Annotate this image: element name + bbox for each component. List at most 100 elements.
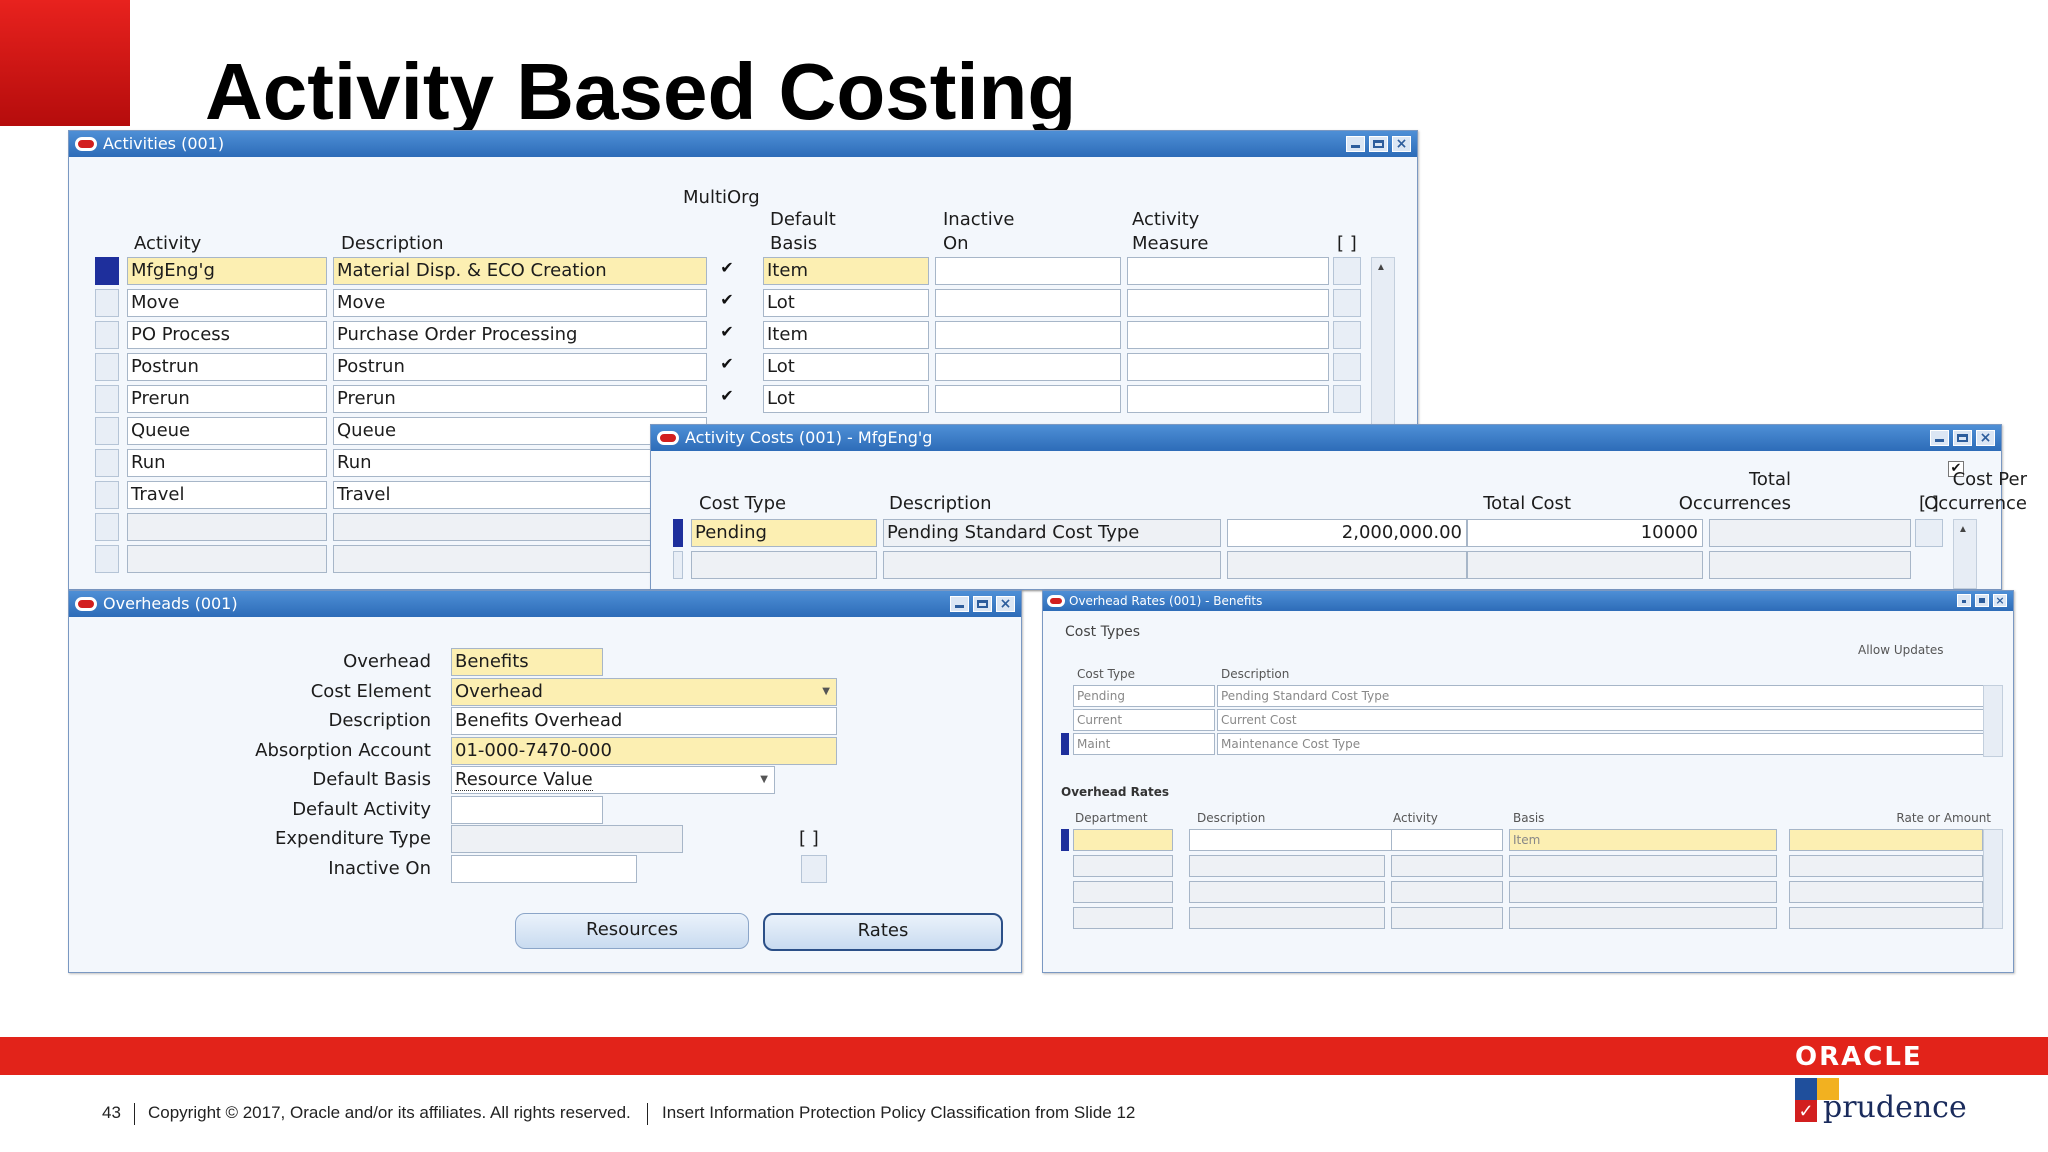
vertical-scrollbar[interactable] [1983, 685, 2003, 757]
basis-select[interactable] [1509, 855, 1777, 877]
activity-field[interactable]: Prerun [127, 385, 327, 413]
multiorg-checkbox[interactable]: ✔ [719, 260, 735, 277]
basis-select[interactable] [1509, 907, 1777, 929]
row-selector[interactable] [95, 289, 119, 317]
cost-description-field[interactable]: Maintenance Cost Type [1217, 733, 1987, 755]
activity-field[interactable]: Run [127, 449, 327, 477]
row-selector[interactable] [95, 353, 119, 381]
maximize-icon[interactable] [973, 596, 992, 612]
maximize-icon[interactable] [1975, 594, 1989, 607]
row-selector[interactable] [95, 481, 119, 509]
activity-field[interactable] [1391, 829, 1503, 851]
rates-button[interactable]: Rates [763, 913, 1003, 951]
vertical-scrollbar[interactable]: ▲ [1953, 519, 1977, 589]
occurrences-field[interactable]: 10000 [1467, 519, 1703, 547]
flex-field[interactable] [1333, 385, 1361, 413]
row-selector[interactable] [673, 519, 683, 547]
cost-type-field[interactable]: Pending [1073, 685, 1215, 707]
row-selector[interactable] [95, 257, 119, 285]
total-cost-field[interactable] [1227, 551, 1467, 579]
basis-field[interactable]: Lot [763, 385, 929, 413]
rate-amount-field[interactable] [1789, 907, 1983, 929]
absorption-account-field[interactable]: 01-000-7470-000 [451, 737, 837, 765]
multiorg-checkbox[interactable]: ✔ [719, 324, 735, 341]
occurrences-field[interactable] [1467, 551, 1703, 579]
activity-measure-field[interactable] [1127, 289, 1329, 317]
basis-field[interactable]: Item [763, 257, 929, 285]
scroll-up-icon[interactable]: ▲ [1958, 524, 1968, 535]
row-selector[interactable] [95, 321, 119, 349]
flex-field[interactable] [1915, 519, 1943, 547]
activity-field[interactable] [127, 545, 327, 573]
inactive-on-field[interactable] [451, 855, 637, 883]
cost-element-select[interactable]: Overhead ▼ [451, 678, 837, 706]
row-selector[interactable] [95, 385, 119, 413]
department-field[interactable] [1073, 881, 1173, 903]
flex-field[interactable] [1333, 353, 1361, 381]
description-field[interactable]: Move [333, 289, 707, 317]
activity-field[interactable] [127, 513, 327, 541]
inactive-on-field[interactable] [935, 385, 1121, 413]
cost-type-field[interactable]: Maint [1073, 733, 1215, 755]
row-selector[interactable] [1061, 733, 1069, 755]
multiorg-checkbox[interactable]: ✔ [719, 292, 735, 309]
close-icon[interactable]: × [1392, 136, 1411, 152]
rate-description-field[interactable] [1189, 855, 1385, 877]
expenditure-type-field[interactable] [451, 825, 683, 853]
overhead-field[interactable]: Benefits [451, 648, 603, 676]
chevron-down-icon[interactable]: ▼ [822, 679, 830, 705]
cost-description-field[interactable]: Current Cost [1217, 709, 1987, 731]
resources-button[interactable]: Resources [515, 913, 749, 949]
close-icon[interactable]: × [1976, 430, 1995, 446]
rate-amount-field[interactable] [1789, 855, 1983, 877]
basis-select[interactable]: Item [1509, 829, 1777, 851]
cost-type-field[interactable] [691, 551, 877, 579]
cost-type-field[interactable]: Pending [691, 519, 877, 547]
description-field[interactable]: Material Disp. & ECO Creation [333, 257, 707, 285]
rate-description-field[interactable] [1189, 907, 1385, 929]
activity-measure-field[interactable] [1127, 321, 1329, 349]
activity-measure-field[interactable] [1127, 385, 1329, 413]
close-icon[interactable]: × [1993, 594, 2007, 607]
cost-type-field[interactable]: Current [1073, 709, 1215, 731]
minimize-icon[interactable] [1930, 430, 1949, 446]
inactive-on-field[interactable] [935, 321, 1121, 349]
activity-field[interactable]: Postrun [127, 353, 327, 381]
department-field[interactable] [1073, 855, 1173, 877]
flex-field[interactable] [1333, 289, 1361, 317]
activity-measure-field[interactable] [1127, 353, 1329, 381]
inactive-on-field[interactable] [935, 257, 1121, 285]
row-selector[interactable] [95, 417, 119, 445]
minimize-icon[interactable] [1957, 594, 1971, 607]
overheads-titlebar[interactable]: Overheads (001) × [69, 591, 1021, 617]
department-field[interactable] [1073, 829, 1173, 851]
default-basis-select[interactable]: Resource Value ▼ [451, 766, 775, 794]
maximize-icon[interactable] [1953, 430, 1972, 446]
row-selector[interactable] [1061, 829, 1069, 851]
inactive-on-field[interactable] [935, 353, 1121, 381]
rate-description-field[interactable] [1189, 881, 1385, 903]
cost-per-occurrence-field[interactable] [1709, 519, 1911, 547]
activity-field[interactable]: PO Process [127, 321, 327, 349]
chevron-down-icon[interactable]: ▼ [760, 767, 768, 793]
row-selector[interactable] [95, 545, 119, 573]
row-selector[interactable] [673, 551, 683, 579]
minimize-icon[interactable] [1346, 136, 1365, 152]
basis-field[interactable]: Lot [763, 353, 929, 381]
activity-field[interactable]: Queue [127, 417, 327, 445]
activity-field[interactable]: Travel [127, 481, 327, 509]
default-activity-field[interactable] [451, 796, 603, 824]
basis-field[interactable]: Lot [763, 289, 929, 317]
rate-amount-field[interactable] [1789, 881, 1983, 903]
activity-field[interactable] [1391, 855, 1503, 877]
multiorg-checkbox[interactable]: ✔ [719, 356, 735, 373]
description-field[interactable]: Benefits Overhead [451, 707, 837, 735]
close-icon[interactable]: × [996, 596, 1015, 612]
activity-field[interactable] [1391, 907, 1503, 929]
department-field[interactable] [1073, 907, 1173, 929]
minimize-icon[interactable] [950, 596, 969, 612]
activities-titlebar[interactable]: Activities (001) × [69, 131, 1417, 157]
row-selector[interactable] [95, 449, 119, 477]
activity-field[interactable] [1391, 881, 1503, 903]
overhead-rates-titlebar[interactable]: Overhead Rates (001) - Benefits × [1043, 591, 2013, 611]
